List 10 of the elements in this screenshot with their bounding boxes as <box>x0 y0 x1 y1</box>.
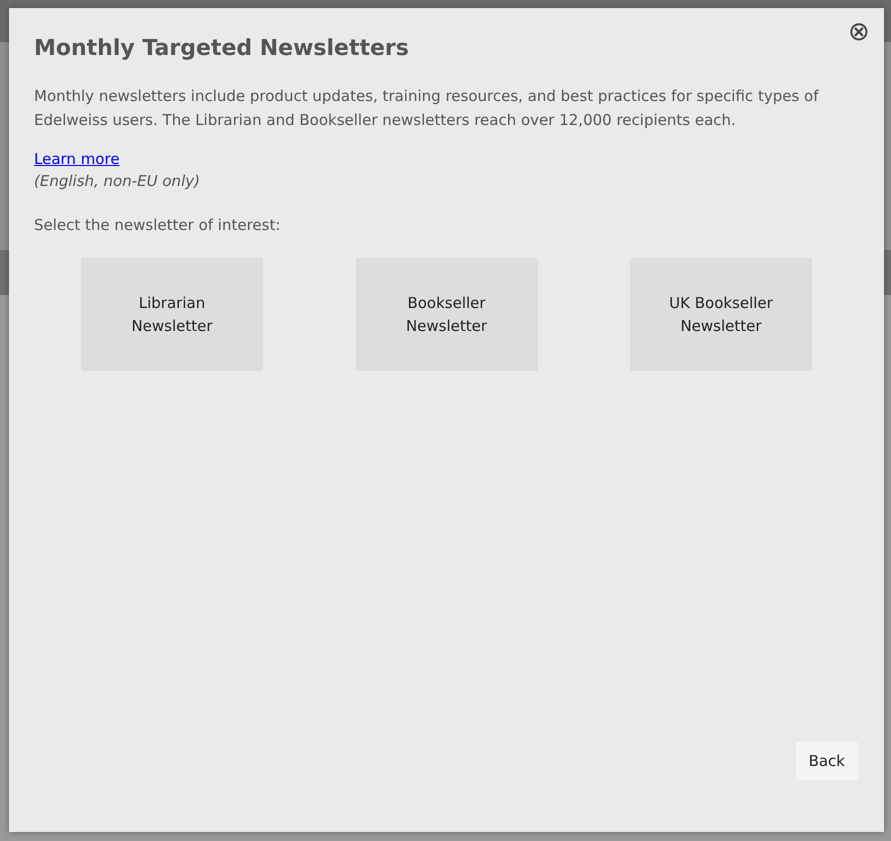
newsletter-option[interactable]: Bookseller Newsletter <box>356 258 538 371</box>
close-button[interactable]: ⊗ <box>846 18 872 44</box>
newsletter-option[interactable]: UK Bookseller Newsletter <box>630 258 812 371</box>
dialog-title: Monthly Targeted Newsletters <box>34 35 410 63</box>
note: (English, non-EU only) <box>34 171 200 192</box>
newsletter-option[interactable]: Librarian Newsletter <box>81 258 263 371</box>
description: Monthly newsletters include product updates, training resources, and best practices for specific types of Edelweiss users. The Librarian and Bookseller newsletters reach over 12,000 recipients each. <box>34 86 820 131</box>
prompt: Select the newsletter of interest: <box>34 215 280 236</box>
back-button[interactable]: Back <box>796 742 858 780</box>
learn-more-link[interactable]: Learn more <box>34 148 120 170</box>
